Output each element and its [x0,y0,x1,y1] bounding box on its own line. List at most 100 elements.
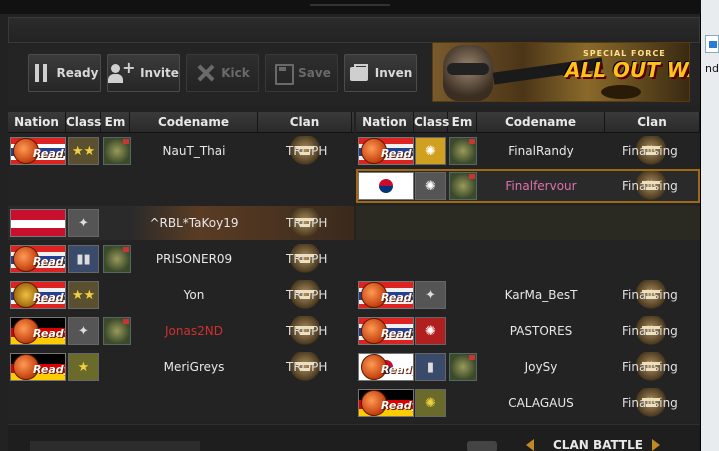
player-clan: Finalising [622,144,678,158]
player-row[interactable]: Ready ✦ Jonas2ND TROPH [8,314,354,348]
nation-flag: Ready [10,353,66,381]
header-clan: Clan [258,112,352,133]
rank-eagle-icon: ✦ [68,317,99,345]
ready-button[interactable]: Ready [28,54,101,92]
player-clan: Finalising [622,288,678,302]
invite-button[interactable]: Invite [107,54,180,92]
nation-flag: Ready [10,245,66,273]
emblem-icon [103,137,131,165]
player-codename: CALAGAUS [508,396,574,410]
empty-slot[interactable] [356,242,700,276]
player-row[interactable]: ✦ ^RBL*TaKoy19 TROPH [8,206,354,240]
banner-title: ALL OUT WAR [565,58,689,82]
nation-flag: Ready [358,353,414,381]
player-codename: MeriGreys [163,360,225,374]
player-row[interactable]: Ready ✺ FinalRandy Finalising [356,134,700,168]
emblem-icon [103,245,131,273]
nation-flag: Ready [10,281,66,309]
header-clan: Clan [605,112,700,133]
team-left-panel: Nation Class Em Codename Clan Ready ★★ N… [8,112,354,422]
player-clan: Finalising [622,360,678,374]
player-codename: Finalfervour [505,179,577,193]
rank-bars-icon: ▮▮ [68,245,99,273]
empty-slot[interactable] [8,170,354,204]
header-nation: Nation [356,112,414,133]
player-codename: NauT_Thai [162,144,226,158]
kick-button[interactable]: Kick [186,54,259,92]
nation-flag: Ready [358,389,414,417]
rank-sunburst-icon: ✺ [415,137,446,165]
player-row[interactable]: Ready ★★ NauT_Thai TROPH [8,134,354,168]
ready-badge-label: Ready [381,291,413,304]
rank-two-stars-icon: ★★ [68,137,99,165]
x-close-icon [195,62,215,84]
window-grip[interactable] [310,4,390,6]
player-codename: PASTORES [509,324,573,338]
ready-badge-label: Ready [381,147,413,160]
header-codename: Codename [130,112,258,133]
nation-flag [358,172,414,200]
mode-prev-arrow-icon[interactable] [526,439,534,451]
desktop-shortcut-icon[interactable] [705,35,719,53]
rank-sunburst-icon: ✺ [415,172,446,200]
empty-slot[interactable] [356,206,700,240]
player-clan: TROPH [286,216,328,230]
player-row[interactable]: Ready ▮ JoySy Finalising [356,350,700,384]
mode-toggle-icon[interactable] [467,441,497,451]
player-clan: TROPH [286,288,328,302]
emblem-icon [103,317,131,345]
player-clan: Finalising [622,324,678,338]
nation-flag: Ready [358,317,414,345]
player-row[interactable]: Ready ✦ KarMa_BesT Finalising [356,278,700,312]
team-right-header: Nation Class Em Codename Clan [356,112,700,133]
nation-flag: Ready [358,137,414,165]
invite-button-label: Invite [140,66,179,80]
player-row[interactable]: Ready ★★ Yon TROPH [8,278,354,312]
player-codename: PRISONER09 [155,252,233,266]
player-codename: KarMa_BesT [504,288,578,302]
banner-emblem [601,85,641,99]
desktop-shortcut-label: nd [705,62,719,75]
ready-badge-label: Ready [33,147,65,160]
player-codename: JoySy [524,360,558,374]
header-class: Class [66,112,101,133]
player-clan: TROPH [286,252,328,266]
floppy-disk-icon [272,62,295,85]
footer-left-box [30,441,200,451]
player-codename: Jonas2ND [165,324,223,338]
rank-sunburst-icon: ✺ [415,389,446,417]
player-row[interactable]: Ready ✺ PASTORES Finalising [356,314,700,348]
header-em: Em [101,112,130,133]
room-toolbar: Ready Invite Kick Save Inven SPECIAL FOR… [8,42,700,105]
room-title-bar [8,17,700,43]
player-row[interactable]: Ready ▮▮ PRISONER09 TROPH [8,242,354,276]
player-clan: TROPH [286,360,328,374]
player-row[interactable]: Ready ✺ CALAGAUS Finalising [356,386,700,420]
player-codename: FinalRandy [508,144,574,158]
kick-button-label: Kick [221,66,250,80]
rank-eagle-icon: ✦ [68,209,99,237]
player-row[interactable]: Ready ★ MeriGreys TROPH [8,350,354,384]
ready-badge-label: Ready [33,291,65,304]
window-top-bar [0,0,701,14]
team-left-header: Nation Class Em Codename Clan [8,112,354,133]
player-row-selected[interactable]: ✺ Finalfervour Finalising [356,169,700,203]
mode-next-arrow-icon[interactable] [652,439,660,451]
nation-flag [10,209,66,237]
nation-flag: Ready [10,317,66,345]
save-button[interactable]: Save [265,54,338,92]
nation-flag: Ready [10,137,66,165]
header-em: Em [448,112,477,133]
header-class: Class [414,112,449,133]
inven-button[interactable]: Inven [344,54,417,92]
ready-badge-label: Ready [33,327,65,340]
player-clan: Finalising [622,396,678,410]
ready-badge-label: Ready [33,363,65,376]
team-right-panel: Nation Class Em Codename Clan Ready ✺ Fi… [356,112,700,422]
banner-tagline: SPECIAL FORCE [583,49,666,58]
pause-bars-icon [31,62,51,84]
game-banner: SPECIAL FORCE ALL OUT WAR [432,42,690,102]
inven-button-label: Inven [374,66,413,80]
ready-badge-label: Ready [381,363,413,376]
ready-badge-label: Ready [381,327,413,340]
